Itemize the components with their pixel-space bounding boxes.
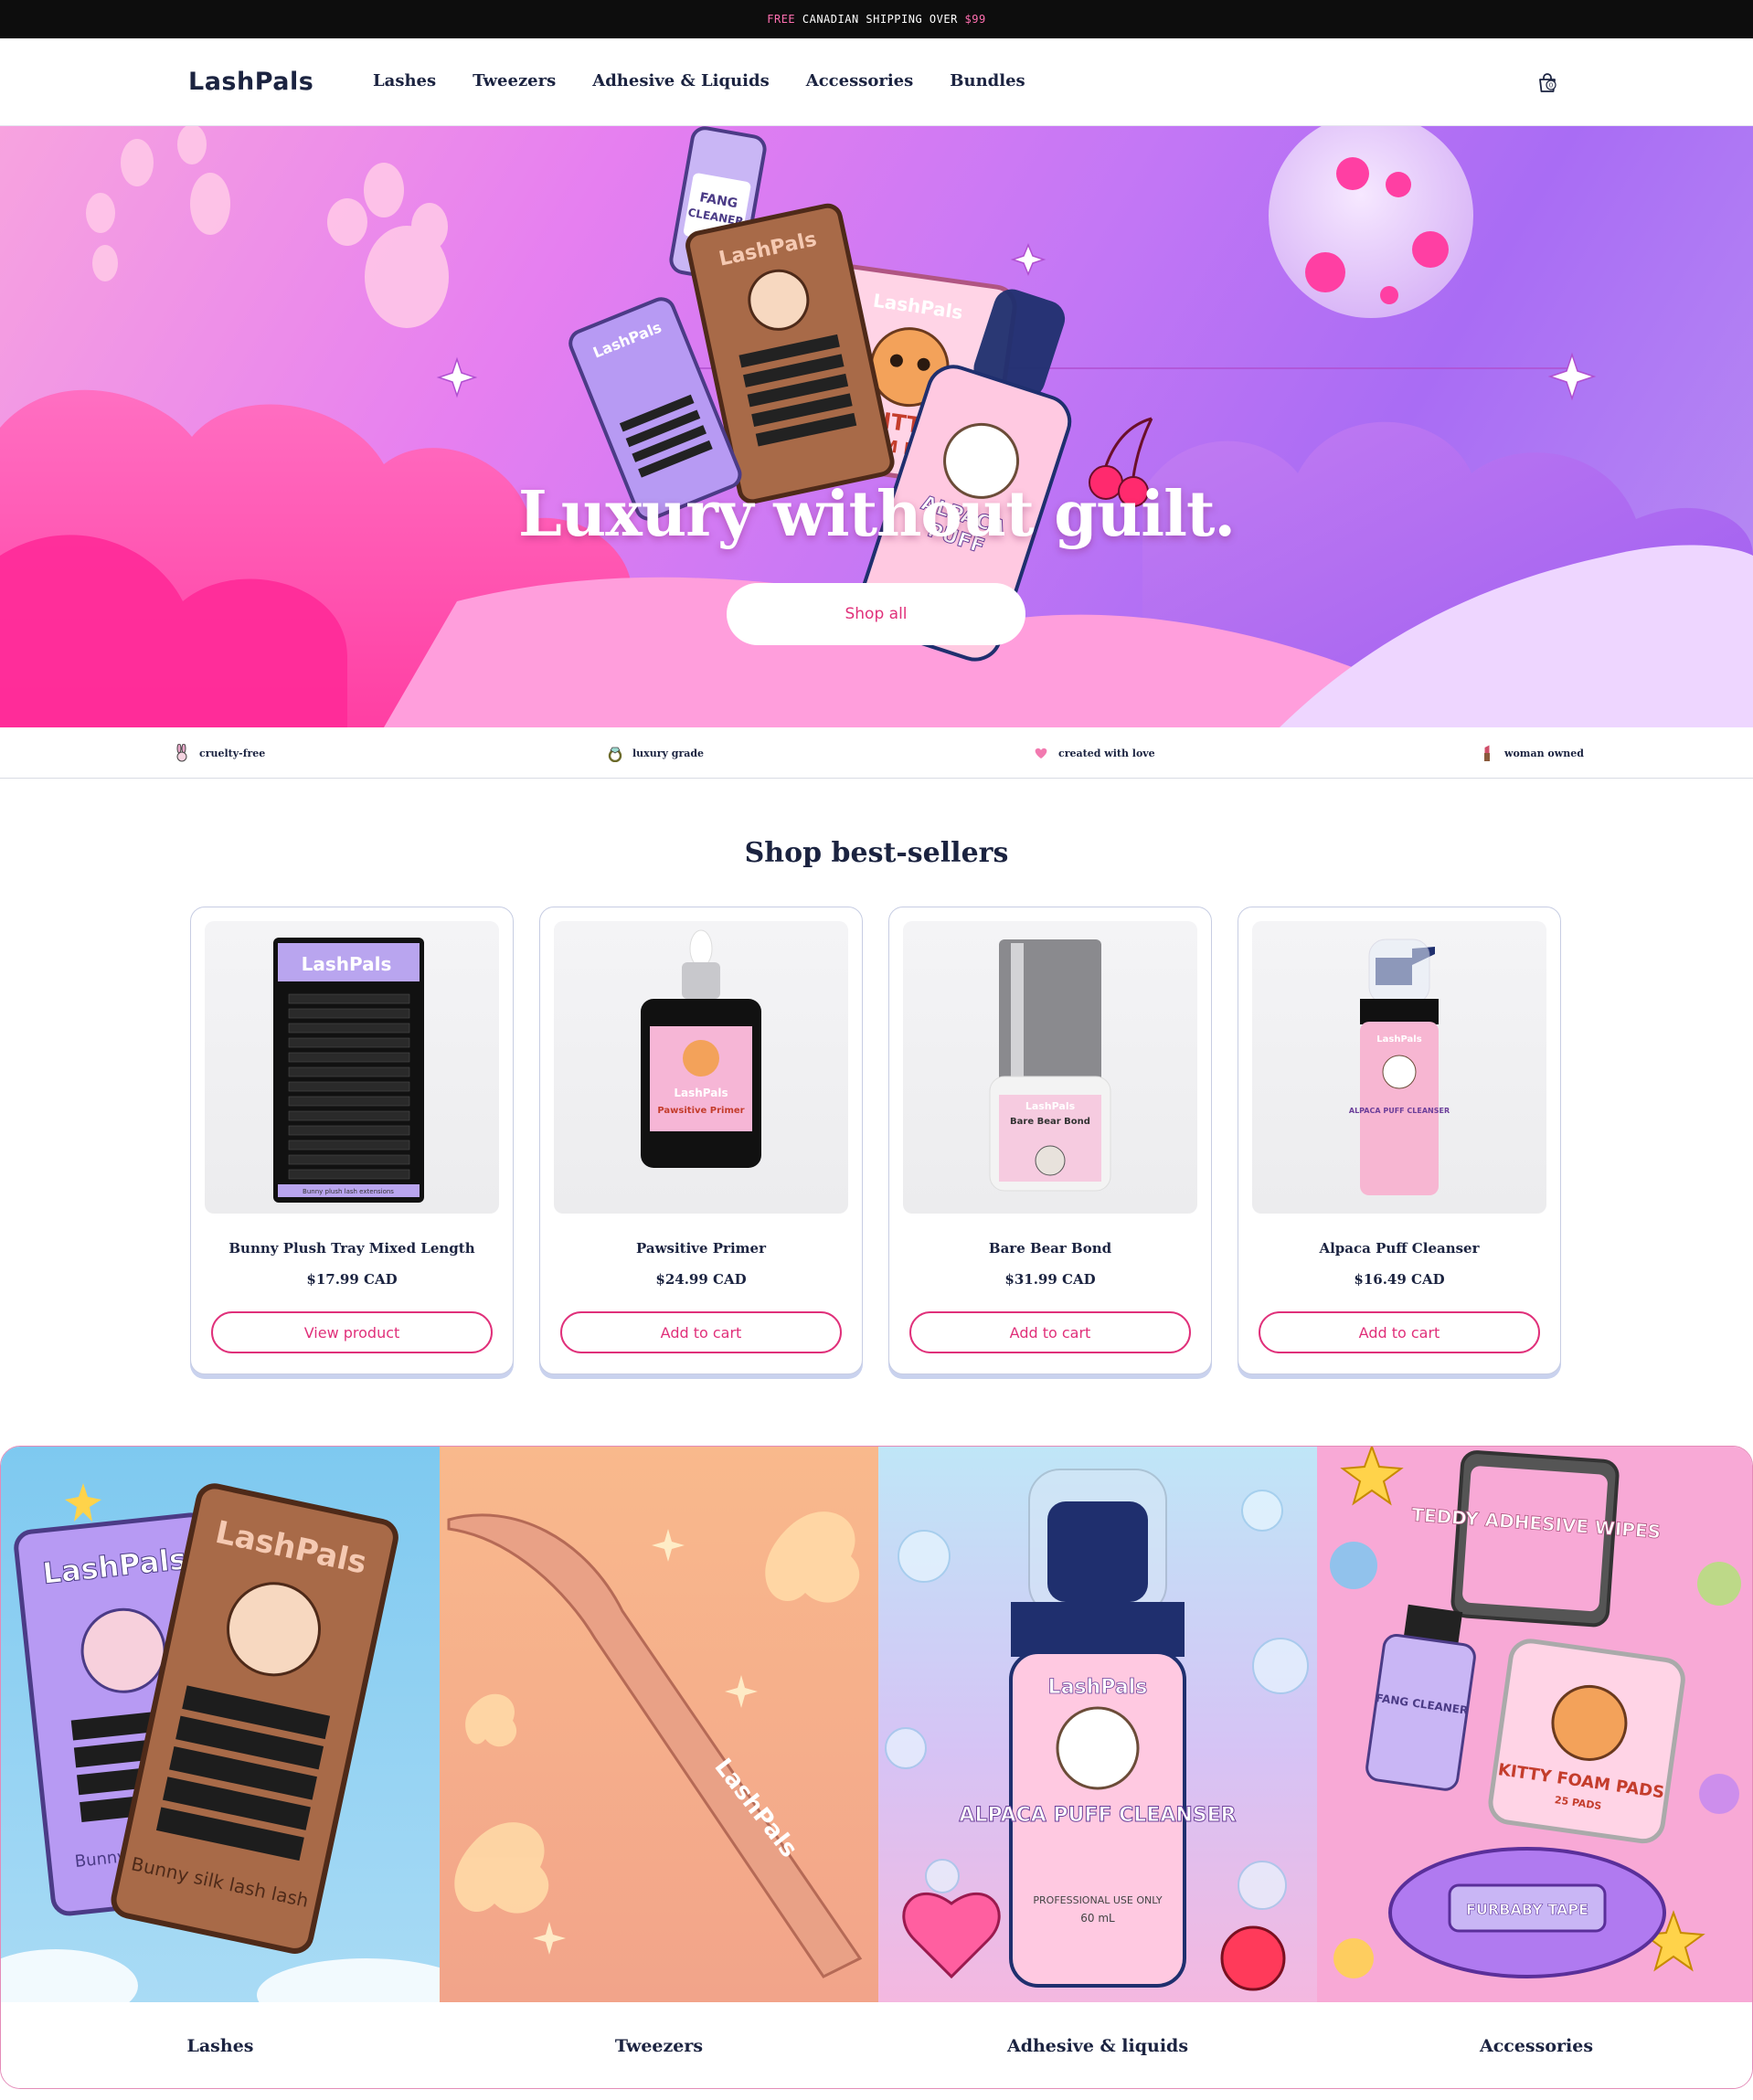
value-label: cruelty-free xyxy=(199,747,266,759)
nav-tweezers[interactable]: Tweezers xyxy=(473,71,556,90)
category-image[interactable]: TEDDY ADHESIVE WIPES FANG CLEANER KITTY … xyxy=(1317,1447,1752,2002)
hero-title: Luxury without guilt. xyxy=(517,478,1236,551)
logo[interactable]: LashPals xyxy=(188,68,313,96)
svg-text:ALPACA PUFF CLEANSER: ALPACA PUFF CLEANSER xyxy=(959,1804,1236,1827)
cart-button[interactable]: 0 xyxy=(1535,71,1559,95)
value-luxury-grade: luxury grade xyxy=(607,744,704,762)
nav-accessories[interactable]: Accessories xyxy=(806,71,914,90)
product-card[interactable]: LashPals ALPACA PUFF CLEANSER Alpaca Puf… xyxy=(1238,907,1561,1374)
cart-count: 0 xyxy=(1549,82,1553,90)
best-sellers-title: Shop best-sellers xyxy=(744,837,1009,869)
product-card[interactable]: LashPals Pawsitive Primer Pawsitive Prim… xyxy=(539,907,863,1374)
product-image[interactable]: LashPals Pawsitive Primer xyxy=(554,921,848,1214)
values-strip: cruelty-free luxury grade created with l… xyxy=(0,727,1753,779)
product-name[interactable]: Alpaca Puff Cleanser xyxy=(1238,1240,1560,1257)
add-to-cart-button[interactable]: Add to cart xyxy=(1259,1311,1540,1353)
main-nav: Lashes Tweezers Adhesive & Liquids Acces… xyxy=(373,71,1025,90)
bunny-icon xyxy=(176,744,187,762)
category-label[interactable]: Adhesive & liquids xyxy=(878,2002,1317,2088)
product-name[interactable]: Pawsitive Primer xyxy=(540,1240,862,1257)
category-grid: LashPals Bunny plush lash LashPals Bunny… xyxy=(0,1446,1753,2089)
ring-icon xyxy=(608,747,622,762)
cart-icon: 0 xyxy=(1539,73,1556,92)
product-price: $17.99 CAD xyxy=(306,1271,398,1288)
announcement-text: CANADIAN SHIPPING OVER xyxy=(795,13,965,26)
nav-lashes[interactable]: Lashes xyxy=(373,71,436,90)
add-to-cart-button[interactable]: Add to cart xyxy=(909,1311,1191,1353)
category-label[interactable]: Lashes xyxy=(1,2002,440,2088)
product-price: $31.99 CAD xyxy=(1004,1271,1096,1288)
heart-icon xyxy=(1035,748,1047,758)
svg-text:LashPals: LashPals xyxy=(1376,1034,1421,1045)
product-image[interactable]: LashPals Bare Bear Bond xyxy=(903,921,1197,1214)
product-image[interactable]: LashPals ALPACA PUFF CLEANSER xyxy=(1252,921,1546,1214)
announcement-amount: $99 xyxy=(964,13,986,26)
product-price: $24.99 CAD xyxy=(655,1271,747,1288)
category-tweezers[interactable]: LashPals Tweezers xyxy=(440,1447,878,2088)
category-image[interactable]: LashPals xyxy=(440,1447,878,2002)
shop-all-button[interactable]: Shop all xyxy=(727,583,1025,645)
category-adhesive-liquids[interactable]: LashPals ALPACA PUFF CLEANSER PROFESSION… xyxy=(878,1447,1317,2088)
add-to-cart-button[interactable]: Add to cart xyxy=(560,1311,842,1353)
svg-text:Bare Bear Bond: Bare Bear Bond xyxy=(1010,1117,1090,1127)
moon-decoration xyxy=(1269,126,1473,318)
view-product-button[interactable]: View product xyxy=(211,1311,493,1353)
value-label: woman owned xyxy=(1504,747,1584,759)
svg-text:LashPals: LashPals xyxy=(1048,1676,1148,1699)
svg-text:PROFESSIONAL USE ONLY: PROFESSIONAL USE ONLY xyxy=(1033,1894,1162,1906)
announcement-free: FREE xyxy=(767,13,796,26)
product-image[interactable]: LashPals Bunny plush lash extensions xyxy=(205,921,499,1214)
paw-print-decoration xyxy=(86,126,449,328)
announcement-bar: FREE CANADIAN SHIPPING OVER $99 xyxy=(0,0,1753,38)
lipstick-icon xyxy=(1484,745,1490,761)
nav-bundles[interactable]: Bundles xyxy=(950,71,1025,90)
nav-adhesive-liquids[interactable]: Adhesive & Liquids xyxy=(592,71,769,90)
svg-text:LashPals: LashPals xyxy=(674,1087,728,1099)
value-label: created with love xyxy=(1058,747,1155,759)
product-name[interactable]: Bare Bear Bond xyxy=(889,1240,1211,1257)
category-image[interactable]: LashPals ALPACA PUFF CLEANSER PROFESSION… xyxy=(878,1447,1317,2002)
svg-text:LashPals: LashPals xyxy=(302,953,392,975)
value-label: luxury grade xyxy=(632,747,705,759)
hero-banner: FANG CLEANER LashPals KITTY FOAM PADS La… xyxy=(0,126,1753,727)
value-woman-owned: woman owned xyxy=(1479,744,1584,762)
category-label[interactable]: Tweezers xyxy=(440,2002,878,2088)
svg-text:60 mL: 60 mL xyxy=(1080,1912,1115,1925)
product-price: $16.49 CAD xyxy=(1354,1271,1445,1288)
category-image[interactable]: LashPals Bunny plush lash LashPals Bunny… xyxy=(1,1447,440,2002)
svg-text:ALPACA PUFF CLEANSER: ALPACA PUFF CLEANSER xyxy=(1349,1107,1450,1115)
product-card[interactable]: LashPals Bunny plush lash extensions Bun… xyxy=(190,907,514,1374)
value-created-with-love: created with love xyxy=(1033,744,1155,762)
svg-text:Bunny plush lash extensions: Bunny plush lash extensions xyxy=(303,1188,394,1195)
value-cruelty-free: cruelty-free xyxy=(174,744,265,762)
svg-text:Pawsitive Primer: Pawsitive Primer xyxy=(657,1106,744,1116)
product-card[interactable]: LashPals Bare Bear Bond Bare Bear Bond $… xyxy=(888,907,1212,1374)
category-accessories[interactable]: TEDDY ADHESIVE WIPES FANG CLEANER KITTY … xyxy=(1317,1447,1752,2088)
svg-text:LashPals: LashPals xyxy=(1025,1100,1076,1112)
svg-text:FURBABY TAPE: FURBABY TAPE xyxy=(1466,1901,1588,1918)
category-lashes[interactable]: LashPals Bunny plush lash LashPals Bunny… xyxy=(1,1447,440,2088)
category-label[interactable]: Accessories xyxy=(1317,2002,1752,2088)
site-header: LashPals Lashes Tweezers Adhesive & Liqu… xyxy=(0,38,1753,126)
product-name[interactable]: Bunny Plush Tray Mixed Length xyxy=(191,1240,513,1257)
